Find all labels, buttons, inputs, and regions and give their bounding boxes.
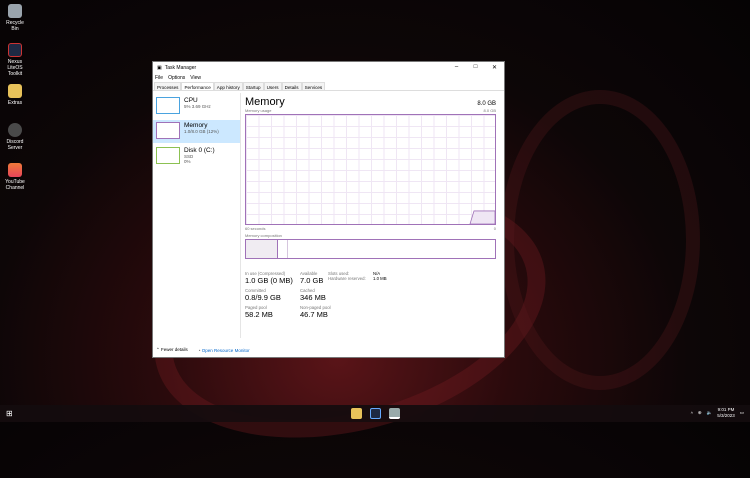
start-button[interactable]: ⊞ (6, 409, 13, 418)
cpu-thumbnail (156, 97, 180, 114)
item-name: Disk 0 (C:) (184, 147, 215, 154)
disk-thumbnail (156, 147, 180, 164)
composition-label: Memory composition (245, 233, 282, 238)
open-resource-monitor-link[interactable]: ◔ Open Resource Monitor (198, 348, 250, 353)
in-use-segment (246, 240, 278, 258)
memory-panel: Memory 8.0 GB Memory usage 8.0 GB 60 secon… (245, 96, 496, 319)
youtube-icon (8, 163, 22, 177)
app-icon: ▣ (157, 64, 162, 71)
usage-label: Memory usage (245, 108, 272, 113)
fewer-details-button[interactable]: ⌃ Fewer details (156, 347, 188, 353)
desktop-icon-recycle-bin[interactable]: Recycle Bin (2, 4, 28, 32)
icon-label: YouTube Channel (5, 179, 25, 191)
clock[interactable]: 9:01 PM 5/3/2023 (717, 407, 735, 419)
tab-bar: Processes Performance App history Startu… (153, 82, 504, 91)
icon-label: Extras (7, 100, 23, 106)
memory-composition-bar (245, 239, 496, 259)
desktop-icon-toolkit[interactable]: Nexus LiteOS Toolkit (2, 43, 28, 77)
item-name: Memory (184, 122, 208, 129)
tab-users[interactable]: Users (263, 82, 282, 90)
sidebar-item-disk[interactable]: Disk 0 (C:) SSD 0% (153, 145, 240, 168)
page-title: Memory (245, 96, 285, 108)
memory-stats: In use (Compressed) 1.0 GB (0 MB) Availab… (245, 271, 496, 319)
tab-startup[interactable]: Startup (242, 82, 264, 90)
total-memory: 8.0 GB (477, 101, 496, 107)
memory-usage-graph (245, 114, 496, 225)
desktop-icon-youtube[interactable]: YouTube Channel (2, 163, 28, 191)
date: 5/3/2023 (717, 413, 735, 418)
tab-app-history[interactable]: App history (213, 82, 243, 90)
tab-details[interactable]: Details (281, 82, 302, 90)
task-manager-window: ▣ Task Manager – □ ✕ File Options View Pro… (152, 61, 505, 358)
notification-icon[interactable]: ▭ (740, 410, 744, 416)
time-label: 60 seconds (245, 226, 266, 231)
icon-label: Discord Server (6, 139, 24, 151)
paged-pool-value: 58.2 MB (245, 310, 273, 319)
volume-icon[interactable]: 🔈 (707, 410, 713, 416)
resource-monitor-icon: ◔ (197, 347, 201, 353)
time-end: 0 (493, 226, 496, 231)
icon-label: Nexus LiteOS Toolkit (7, 59, 23, 77)
minimize-button[interactable]: – (447, 64, 466, 71)
modified-segment (278, 240, 288, 258)
tab-processes[interactable]: Processes (154, 82, 182, 90)
chevron-up-icon: ⌃ (156, 347, 160, 352)
nonpaged-pool-value: 46.7 MB (300, 310, 328, 319)
memory-thumbnail (156, 122, 180, 139)
wallpaper-swirl (500, 90, 700, 390)
network-icon[interactable]: ⊕ (698, 410, 702, 416)
committed-value: 0.8/9.9 GB (245, 293, 281, 302)
hw-reserved-label: Hardware reserved: (328, 276, 366, 281)
taskbar: ⊞ ^ ⊕ 🔈 9:01 PM 5/3/2023 ▭ (0, 405, 750, 422)
fewer-details-label: Fewer details (161, 347, 188, 352)
in-use-value: 1.0 GB (0 MB) (245, 276, 293, 285)
available-value: 7.0 GB (300, 276, 324, 285)
item-name: CPU (184, 97, 198, 104)
toolkit-icon (8, 43, 22, 57)
desktop-icon-discord[interactable]: Discord Server (2, 123, 28, 151)
menu-view[interactable]: View (190, 75, 201, 81)
performance-sidebar: CPU 5% 3.69 GHz Memory 1.0/8.0 GB (12%) Di… (153, 93, 241, 338)
window-title: Task Manager (164, 64, 197, 71)
menu-options[interactable]: Options (168, 75, 185, 81)
recycle-bin-icon (8, 4, 22, 18)
cached-value: 346 MB (300, 293, 326, 302)
folder-icon (8, 84, 22, 98)
sidebar-item-cpu[interactable]: CPU 5% 3.69 GHz (153, 95, 240, 118)
usage-max: 8.0 GB (483, 108, 496, 113)
resmon-label: Open Resource Monitor (201, 347, 250, 353)
usage-area (469, 210, 495, 224)
discord-icon (8, 123, 22, 137)
item-detail: 1.0/8.0 GB (12%) (184, 129, 219, 134)
tab-services[interactable]: Services (301, 82, 326, 90)
toolkit-taskbar-icon[interactable] (370, 408, 381, 419)
hw-reserved-value: 1.0 MB (373, 276, 387, 281)
close-button[interactable]: ✕ (485, 64, 504, 71)
item-detail: 0% (184, 159, 191, 164)
icon-label: Recycle Bin (6, 20, 24, 32)
system-tray: ^ ⊕ 🔈 9:01 PM 5/3/2023 ▭ (691, 407, 744, 419)
desktop-icon-extras[interactable]: Extras (2, 84, 28, 106)
menu-bar: File Options View (153, 73, 504, 82)
menu-file[interactable]: File (155, 75, 163, 81)
maximize-button[interactable]: □ (466, 64, 485, 71)
task-manager-taskbar-icon[interactable] (389, 408, 400, 419)
sidebar-item-memory[interactable]: Memory 1.0/8.0 GB (12%) (153, 120, 240, 143)
chevron-up-icon[interactable]: ^ (691, 411, 693, 416)
file-explorer-icon[interactable] (351, 408, 362, 419)
item-detail: 5% 3.69 GHz (184, 104, 211, 109)
tab-performance[interactable]: Performance (181, 82, 214, 90)
title-bar: ▣ Task Manager – □ ✕ (153, 62, 504, 73)
